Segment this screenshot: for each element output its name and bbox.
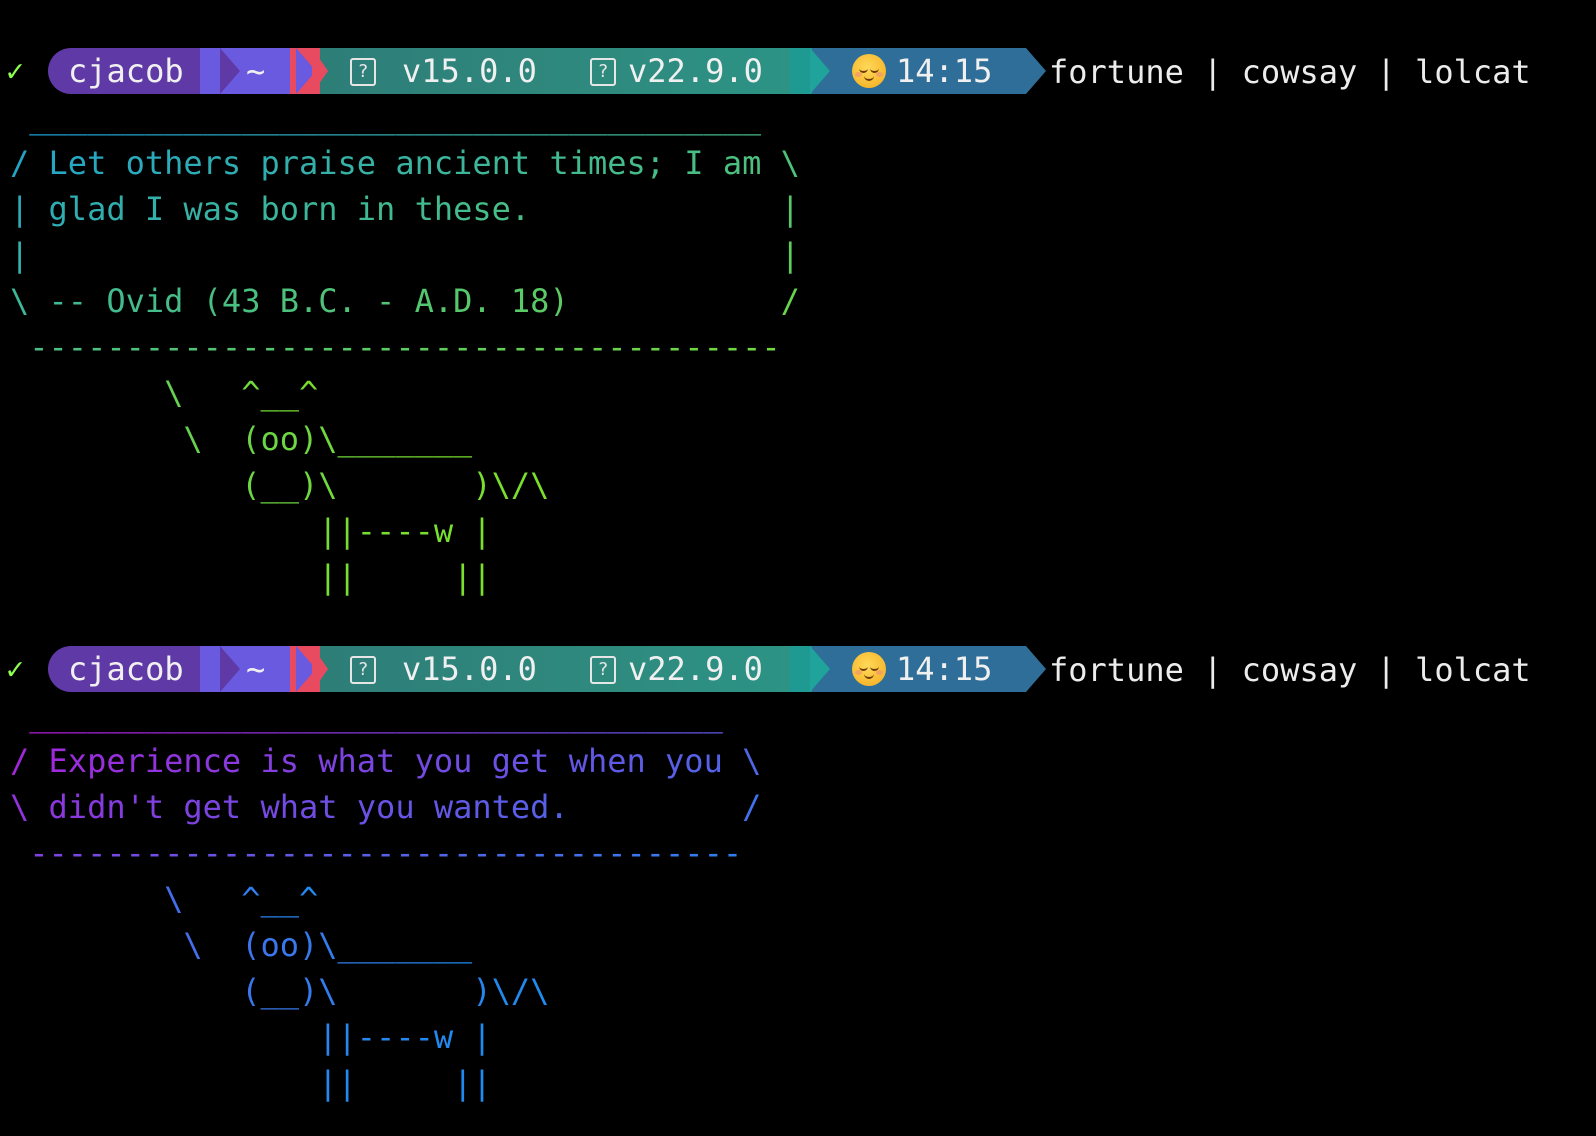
- checkmark-icon: ✓: [6, 652, 25, 687]
- output-line: ||----w |: [10, 508, 491, 554]
- output-line: || ||: [10, 1060, 491, 1106]
- output-line: \ ^__^: [10, 876, 318, 922]
- output-line: ---------------------------------------: [10, 324, 780, 370]
- prompt-divider-segment: [790, 48, 812, 94]
- powerline-separator-icon: [1026, 646, 1046, 692]
- prompt-directory: ~: [246, 650, 266, 688]
- relieved-face-emoji-icon: [852, 652, 886, 686]
- output-line: \ (oo)\_______: [10, 416, 472, 462]
- command-text[interactable]: fortune | cowsay | lolcat: [1049, 646, 1531, 692]
- npm-icon: ?: [590, 58, 616, 86]
- node-icon: ?: [350, 58, 376, 86]
- terminal-session: ✓ cjacob ~ ? v15.0.0 ? v22.9.0 14:15 for…: [0, 646, 1596, 1106]
- terminal-window[interactable]: ✓ cjacob ~ ? v15.0.0 ? v22.9.0 14:15 for…: [0, 0, 1596, 1136]
- npm-version: v22.9.0: [628, 650, 763, 688]
- prompt-versions-segment: ? v15.0.0 ? v22.9.0: [310, 48, 810, 94]
- powerline-separator-icon: [220, 48, 240, 94]
- powerline-separator-icon: [1026, 48, 1046, 94]
- npm-icon: ?: [590, 656, 616, 684]
- relieved-face-emoji-icon: [852, 54, 886, 88]
- shell-prompt: ✓ cjacob ~ ? v15.0.0 ? v22.9.0 14:15 for…: [0, 646, 1596, 692]
- prompt-time: 14:15: [896, 650, 993, 688]
- output-line: \ ^__^: [10, 370, 318, 416]
- powerline-separator-icon: [810, 646, 830, 692]
- prompt-divider-segment: [790, 646, 812, 692]
- output-line: \ (oo)\_______: [10, 922, 472, 968]
- node-version: v15.0.0: [402, 650, 537, 688]
- prompt-time-segment: 14:15: [800, 646, 1026, 692]
- output-line: (__)\ )\/\: [10, 968, 549, 1014]
- prompt-username: cjacob: [68, 52, 184, 90]
- powerline-separator-icon: [220, 646, 240, 692]
- prompt-directory-segment: ~: [200, 646, 296, 692]
- prompt-username: cjacob: [68, 650, 184, 688]
- checkmark-icon: ✓: [6, 54, 25, 89]
- prompt-directory: ~: [246, 52, 266, 90]
- output-line: (__)\ )\/\: [10, 462, 549, 508]
- shell-prompt: ✓ cjacob ~ ? v15.0.0 ? v22.9.0 14:15 for…: [0, 48, 1596, 94]
- npm-version: v22.9.0: [628, 52, 763, 90]
- powerline-separator-icon: [810, 48, 830, 94]
- node-icon: ?: [350, 656, 376, 684]
- node-version: v15.0.0: [402, 52, 537, 90]
- output-line: ||----w |: [10, 1014, 491, 1060]
- command-text[interactable]: fortune | cowsay | lolcat: [1049, 48, 1531, 94]
- terminal-session: ✓ cjacob ~ ? v15.0.0 ? v22.9.0 14:15 for…: [0, 48, 1596, 600]
- prompt-versions-segment: ? v15.0.0 ? v22.9.0: [310, 646, 810, 692]
- prompt-user-segment: cjacob: [48, 646, 220, 692]
- prompt-directory-segment: ~: [200, 48, 296, 94]
- powerline-separator-icon: [312, 48, 328, 94]
- prompt-user-segment: cjacob: [48, 48, 220, 94]
- prompt-time: 14:15: [896, 52, 993, 90]
- prompt-time-segment: 14:15: [800, 48, 1026, 94]
- output-line: || ||: [10, 554, 491, 600]
- powerline-separator-icon: [312, 646, 328, 692]
